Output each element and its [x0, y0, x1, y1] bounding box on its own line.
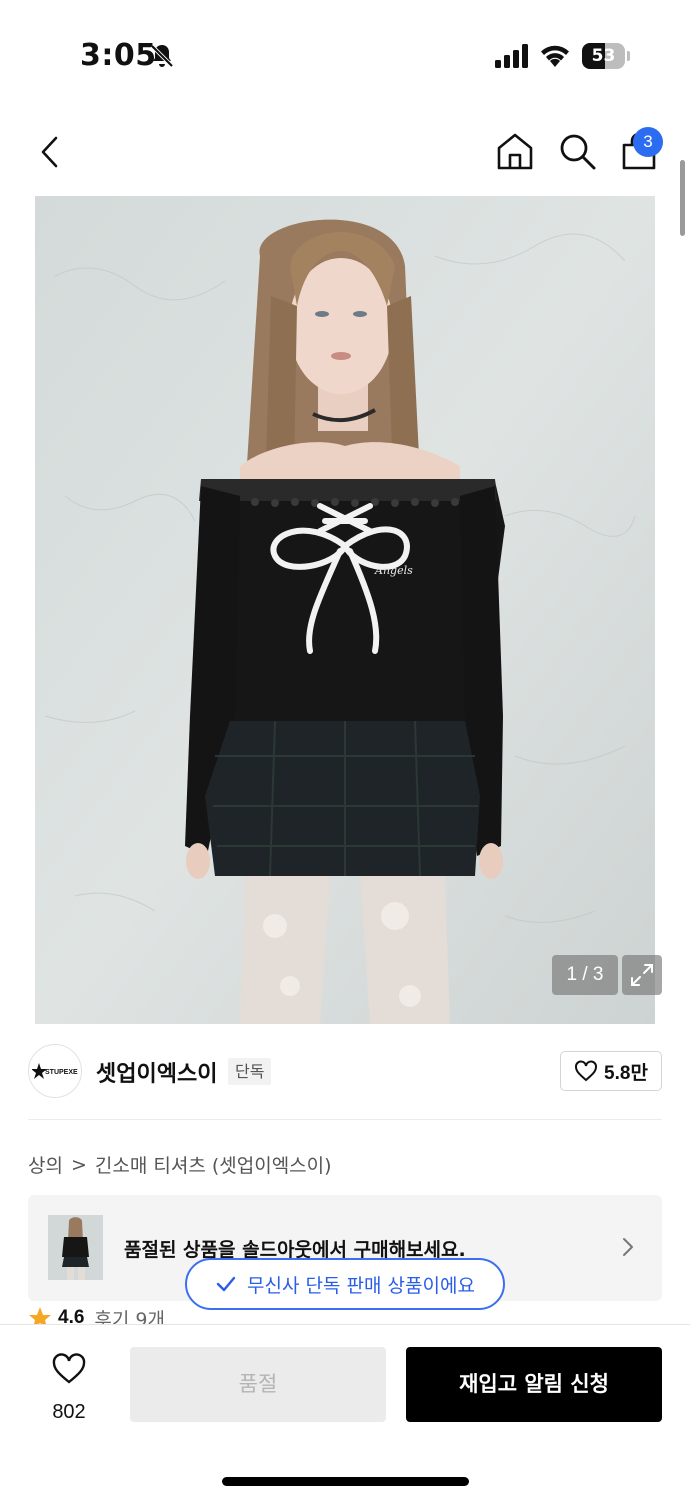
heart-icon [575, 1060, 598, 1082]
image-page-indicator: 1 / 3 [552, 955, 618, 995]
breadcrumb: 상의 > 긴소매 티셔츠 (셋업이엑스이) [28, 1151, 332, 1178]
bell-off-icon [150, 44, 174, 68]
wishlist-count: 802 [52, 1401, 86, 1423]
exclusive-toast: 무신사 단독 판매 상품이에요 [185, 1258, 505, 1310]
back-arrow-icon [41, 136, 58, 168]
brand-logo-mark: STUPEXE [32, 1063, 78, 1079]
breadcrumb-separator: > [70, 1153, 87, 1176]
scrollbar[interactable] [680, 160, 685, 236]
heart-icon [52, 1353, 86, 1384]
home-icon[interactable] [494, 130, 536, 172]
cellular-signal-icon [495, 44, 528, 68]
brand-like-count: 5.8만 [604, 1062, 648, 1084]
soldout-button: 품절 [130, 1347, 386, 1422]
product-photo: Angels [35, 196, 655, 1024]
chevron-right-icon [623, 1238, 633, 1256]
svg-text:STUPEXE: STUPEXE [45, 1069, 78, 1076]
wishlist-button[interactable]: 802 [30, 1349, 108, 1425]
bottom-action-bar: 802 품절 재입고 알림 신청 [0, 1324, 690, 1500]
status-bar: 3:05 53 [0, 0, 690, 110]
brand-like-button[interactable]: 5.8만 [560, 1051, 662, 1091]
svg-text:Angels: Angels [374, 564, 413, 577]
status-time: 3:05 [80, 38, 157, 73]
back-button[interactable] [30, 132, 70, 172]
brand-logo[interactable]: STUPEXE [28, 1044, 82, 1098]
breadcrumb-category[interactable]: 상의 [28, 1151, 63, 1178]
restock-alert-button[interactable]: 재입고 알림 신청 [406, 1347, 662, 1422]
top-navigation [0, 120, 690, 184]
exclusive-toast-text: 무신사 단독 판매 상품이에요 [247, 1274, 475, 1297]
search-icon[interactable] [556, 130, 598, 172]
battery-icon: 53 [582, 43, 630, 69]
brand-row: STUPEXE 셋업이엑스이 단독 5.8만 [0, 1040, 690, 1102]
expand-icon [631, 964, 653, 986]
wifi-icon [541, 45, 569, 67]
soldout-thumbnail [48, 1215, 103, 1280]
cart-count-badge: 3 [633, 127, 663, 157]
home-indicator [222, 1477, 469, 1486]
checkmark-icon [216, 1276, 236, 1292]
breadcrumb-subcategory[interactable]: 긴소매 티셔츠 (셋업이엑스이) [95, 1151, 332, 1178]
battery-level: 53 [591, 46, 616, 66]
divider [28, 1119, 662, 1120]
exclusive-tag: 단독 [228, 1058, 272, 1085]
product-image[interactable]: Angels [35, 196, 655, 1024]
expand-button[interactable] [622, 955, 662, 995]
brand-name[interactable]: 셋업이엑스이 [96, 1056, 217, 1088]
